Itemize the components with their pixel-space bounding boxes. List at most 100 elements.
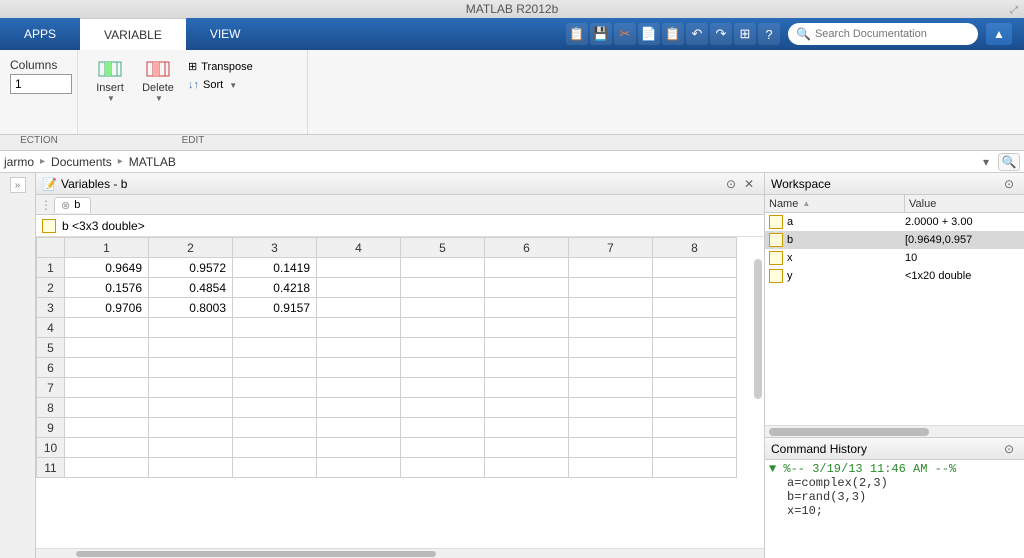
- path-segment[interactable]: Documents: [51, 155, 112, 169]
- row-header[interactable]: 5: [37, 338, 65, 358]
- row-header[interactable]: 7: [37, 378, 65, 398]
- qa-button-1[interactable]: 📋: [566, 23, 588, 45]
- grid-cell[interactable]: [569, 378, 653, 398]
- panel-dropdown-button[interactable]: ⊙: [1000, 177, 1018, 191]
- row-header[interactable]: 2: [37, 278, 65, 298]
- grid-cell[interactable]: [485, 338, 569, 358]
- search-input[interactable]: [815, 28, 970, 40]
- history-command[interactable]: x=10;: [769, 504, 1020, 518]
- path-arrow-icon[interactable]: ▸: [40, 156, 45, 167]
- grid-cell[interactable]: [569, 438, 653, 458]
- grid-cell[interactable]: [317, 298, 401, 318]
- grid-cell[interactable]: [485, 398, 569, 418]
- grid-corner[interactable]: [37, 238, 65, 258]
- grid-cell[interactable]: [317, 278, 401, 298]
- grid-cell[interactable]: [401, 398, 485, 418]
- undo-icon[interactable]: ↶: [686, 23, 708, 45]
- variable-grid[interactable]: 1234567810.96490.95720.141920.15760.4854…: [36, 237, 764, 548]
- row-header[interactable]: 10: [37, 438, 65, 458]
- grid-cell[interactable]: [317, 438, 401, 458]
- panel-dropdown-button[interactable]: ⊙: [722, 177, 740, 191]
- workspace-col-name[interactable]: Name▲: [765, 195, 905, 212]
- paste-icon[interactable]: 📋: [662, 23, 684, 45]
- workspace-hscrollbar[interactable]: [765, 425, 1024, 437]
- grid-cell[interactable]: [317, 418, 401, 438]
- path-search-button[interactable]: 🔍: [998, 153, 1020, 171]
- row-header[interactable]: 9: [37, 418, 65, 438]
- row-header[interactable]: 1: [37, 258, 65, 278]
- grid-cell[interactable]: 0.9706: [65, 298, 149, 318]
- grid-cell[interactable]: [317, 338, 401, 358]
- grid-cell[interactable]: [401, 258, 485, 278]
- grid-cell[interactable]: [485, 358, 569, 378]
- grid-cell[interactable]: [653, 358, 737, 378]
- sort-button[interactable]: ↓↑ Sort ▼: [184, 77, 257, 93]
- column-header[interactable]: 8: [653, 238, 737, 258]
- redo-icon[interactable]: ↷: [710, 23, 732, 45]
- grid-cell[interactable]: [317, 258, 401, 278]
- row-header[interactable]: 3: [37, 298, 65, 318]
- grid-cell[interactable]: [65, 338, 149, 358]
- column-header[interactable]: 3: [233, 238, 317, 258]
- column-header[interactable]: 7: [569, 238, 653, 258]
- history-date-line[interactable]: ▼ %-- 3/19/13 11:46 AM --%: [769, 462, 1020, 476]
- grid-cell[interactable]: 0.1576: [65, 278, 149, 298]
- column-header[interactable]: 2: [149, 238, 233, 258]
- workspace-row[interactable]: a2.0000 + 3.00: [765, 213, 1024, 231]
- grid-cell[interactable]: [401, 418, 485, 438]
- grid-cell[interactable]: [65, 358, 149, 378]
- grid-cell[interactable]: [569, 258, 653, 278]
- insert-button[interactable]: Insert ▼: [88, 56, 132, 105]
- grid-cell[interactable]: 0.9572: [149, 258, 233, 278]
- search-documentation[interactable]: 🔍: [788, 23, 978, 45]
- help-icon[interactable]: ?: [758, 23, 780, 45]
- grid-cell[interactable]: [485, 378, 569, 398]
- grid-cell[interactable]: [401, 378, 485, 398]
- path-dropdown[interactable]: ▾: [978, 155, 994, 169]
- grid-cell[interactable]: [653, 258, 737, 278]
- panel-dropdown-button[interactable]: ⊙: [1000, 442, 1018, 456]
- grid-cell[interactable]: [149, 338, 233, 358]
- cut-icon[interactable]: ✂: [614, 23, 636, 45]
- variable-tab[interactable]: ⊗ b: [54, 197, 91, 213]
- grid-cell[interactable]: [65, 398, 149, 418]
- workspace-row[interactable]: y<1x20 double: [765, 267, 1024, 285]
- grid-cell[interactable]: [653, 418, 737, 438]
- grid-cell[interactable]: [401, 338, 485, 358]
- path-segment[interactable]: MATLAB: [129, 155, 176, 169]
- grid-cell[interactable]: 0.4854: [149, 278, 233, 298]
- grid-cell[interactable]: [653, 338, 737, 358]
- grid-cell[interactable]: [569, 358, 653, 378]
- grid-cell[interactable]: [233, 438, 317, 458]
- grid-cell[interactable]: 0.8003: [149, 298, 233, 318]
- grid-cell[interactable]: [569, 338, 653, 358]
- grid-cell[interactable]: [317, 458, 401, 478]
- grid-cell[interactable]: [485, 318, 569, 338]
- history-command[interactable]: a=complex(2,3): [769, 476, 1020, 490]
- column-header[interactable]: 1: [65, 238, 149, 258]
- grid-cell[interactable]: [401, 298, 485, 318]
- row-header[interactable]: 8: [37, 398, 65, 418]
- copy-icon[interactable]: 📄: [638, 23, 660, 45]
- grid-cell[interactable]: [65, 318, 149, 338]
- column-header[interactable]: 6: [485, 238, 569, 258]
- grid-cell[interactable]: [653, 318, 737, 338]
- path-segment[interactable]: jarmo: [4, 155, 34, 169]
- grid-cell[interactable]: [401, 318, 485, 338]
- grid-cell[interactable]: [569, 298, 653, 318]
- grid-cell[interactable]: [317, 358, 401, 378]
- tab-view[interactable]: VIEW: [186, 18, 265, 50]
- qa-button-8[interactable]: ⊞: [734, 23, 756, 45]
- grid-cell[interactable]: [569, 398, 653, 418]
- workspace-row[interactable]: b[0.9649,0.957: [765, 231, 1024, 249]
- save-icon[interactable]: 💾: [590, 23, 612, 45]
- grid-cell[interactable]: [401, 278, 485, 298]
- grid-cell[interactable]: [65, 458, 149, 478]
- transpose-button[interactable]: ⊞ Transpose: [184, 58, 257, 75]
- grid-cell[interactable]: [401, 358, 485, 378]
- columns-input[interactable]: [10, 74, 72, 94]
- grid-cell[interactable]: [233, 458, 317, 478]
- grid-cell[interactable]: [317, 378, 401, 398]
- grid-cell[interactable]: [485, 458, 569, 478]
- grid-cell[interactable]: [569, 278, 653, 298]
